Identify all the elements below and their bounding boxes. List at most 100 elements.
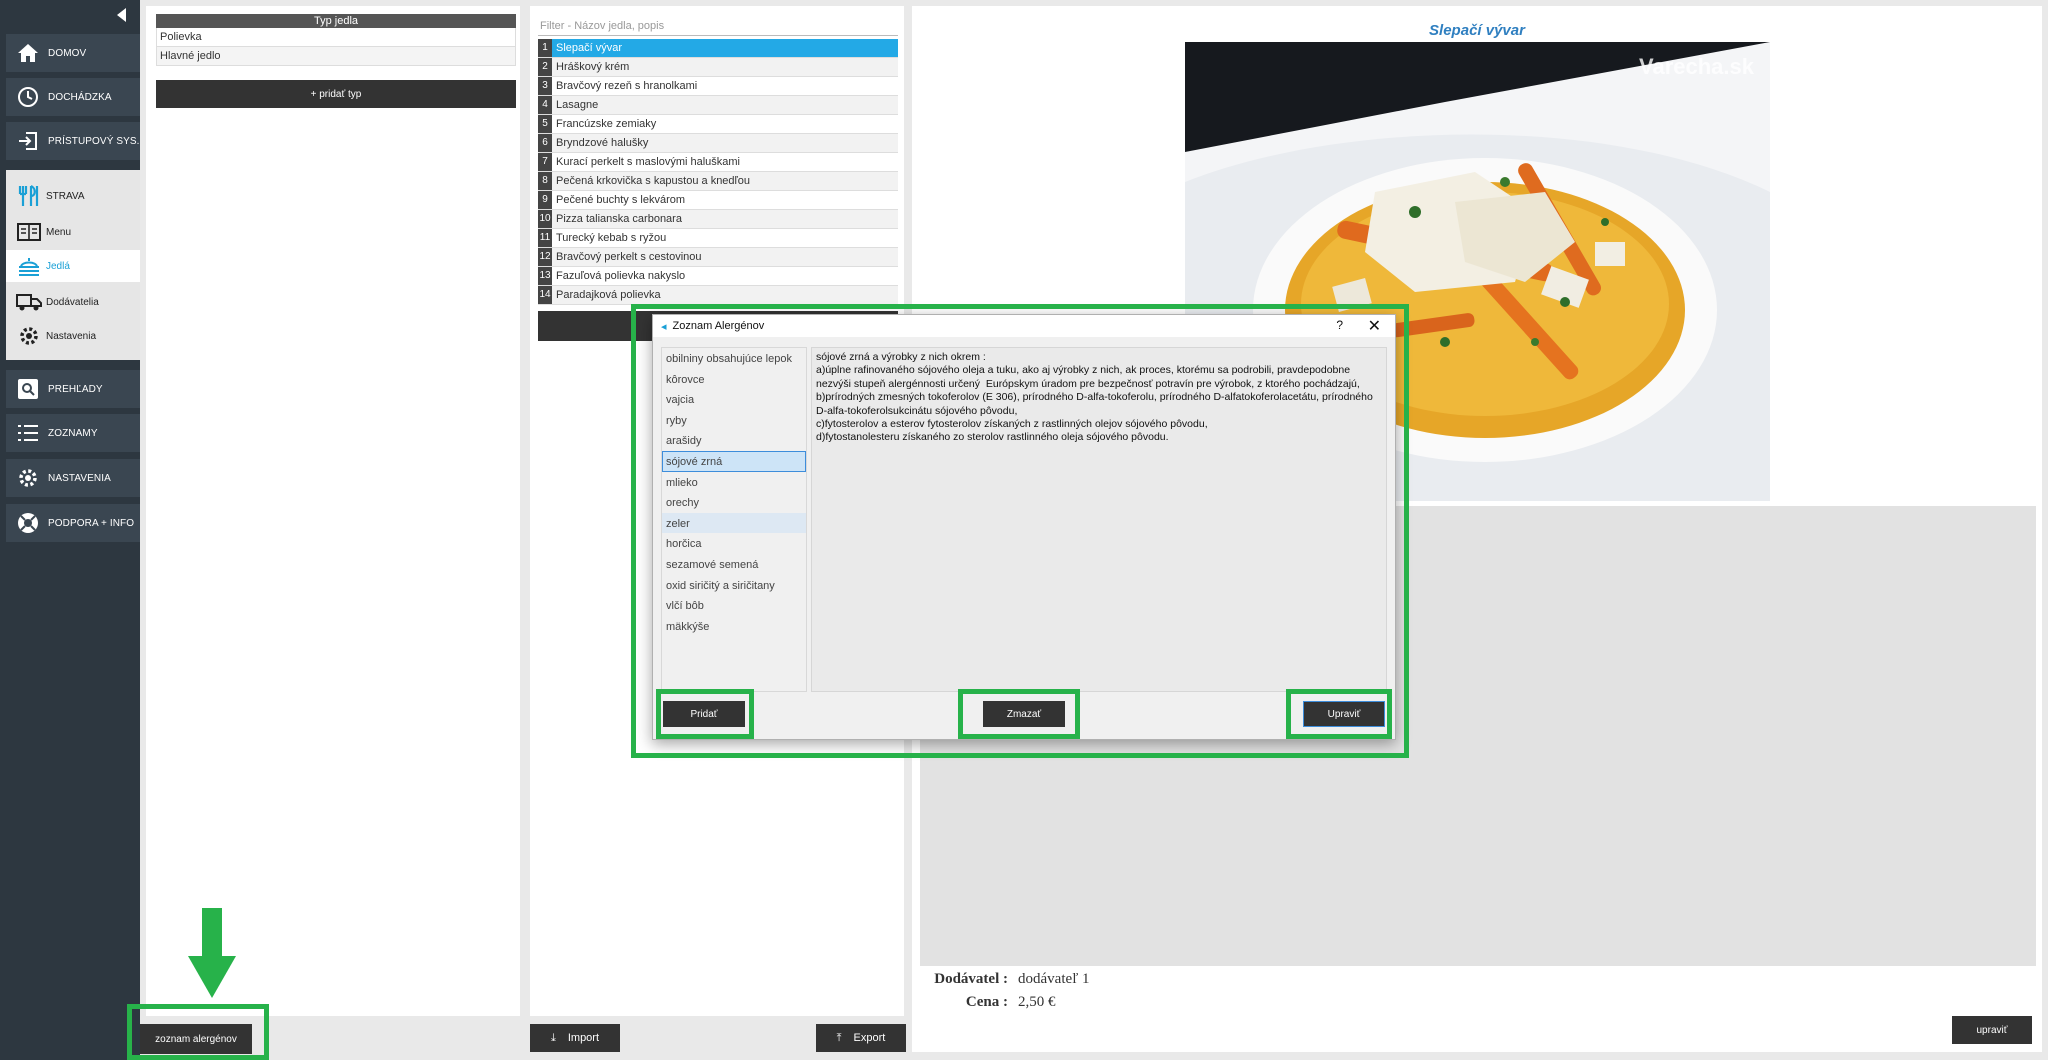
price-row: Cena : 2,50 € <box>920 991 1089 1014</box>
dish-name: Bravčový rezeň s hranolkami <box>552 77 898 95</box>
dish-name: Francúzske zemiaky <box>552 115 898 133</box>
row-number: 7 <box>538 153 552 171</box>
add-type-button[interactable]: + pridať typ <box>156 80 516 108</box>
nav-lists[interactable]: ZOZNAMY <box>6 414 140 452</box>
nav-strava-label: STRAVA <box>46 190 85 202</box>
search-icon <box>16 377 40 401</box>
dish-name: Hráškový krém <box>552 58 898 76</box>
sidebar: DOMOV DOCHÁDZKA PRÍSTUPOVÝ SYS. STRAVA M… <box>0 0 140 1060</box>
nav-lists-label: ZOZNAMY <box>48 427 98 439</box>
dish-name: Lasagne <box>552 96 898 114</box>
nav-strava[interactable]: STRAVA <box>6 178 140 214</box>
clock-icon <box>16 85 40 109</box>
dish-name: Fazuľová polievka nakyslo <box>552 267 898 285</box>
subnav-dishes[interactable]: Jedlá <box>6 250 140 282</box>
dish-name: Slepačí vývar <box>552 39 898 57</box>
nav-support[interactable]: PODPORA + INFO <box>6 504 140 542</box>
cutlery-icon <box>16 183 42 209</box>
allergen-button-highlight <box>127 1004 269 1060</box>
nav-support-label: PODPORA + INFO <box>48 517 135 529</box>
row-number: 4 <box>538 96 552 114</box>
list-item[interactable]: 10 Pizza talianska carbonara <box>538 210 898 229</box>
download-icon: ⤓ <box>550 1031 556 1044</box>
supplier-row: Dodávatel : dodávateľ 1 <box>920 968 1089 991</box>
supplier-label: Dodávatel : <box>934 971 1008 987</box>
upload-icon: ⤒ <box>836 1031 842 1044</box>
nav-home-label: DOMOV <box>48 47 87 59</box>
nav-settings[interactable]: NASTAVENIA <box>6 459 140 497</box>
nav-attendance-label: DOCHÁDZKA <box>48 91 112 103</box>
delete-button-highlight <box>958 689 1080 739</box>
collapse-sidebar-icon[interactable] <box>117 8 126 22</box>
row-number: 1 <box>538 39 552 57</box>
list-item[interactable]: 1 Slepačí vývar <box>538 39 898 58</box>
subnav-menu-label: Menu <box>46 226 72 238</box>
dish-type-row[interactable]: Hlavné jedlo <box>156 47 516 66</box>
login-icon <box>16 129 40 153</box>
dish-name: Pizza talianska carbonara <box>552 210 898 228</box>
list-item[interactable]: 11 Turecký kebab s ryžou <box>538 229 898 248</box>
list-item[interactable]: 2 Hráškový krém <box>538 58 898 77</box>
edit-dish-button[interactable]: upraviť <box>1952 1016 2032 1044</box>
dish-list: 1 Slepačí vývar 2 Hráškový krém 3 Bravčový … <box>538 39 898 305</box>
list-item[interactable]: 8 Pečená krkovička s kapustou a knedľou <box>538 172 898 191</box>
dish-info: Dodávatel : dodávateľ 1 Cena : 2,50 € <box>920 968 1089 1014</box>
export-label: Export <box>853 1032 886 1044</box>
dish-name: Kurací perkelt s maslovými haluškami <box>552 153 898 171</box>
dish-name: Bryndzové halušky <box>552 134 898 152</box>
photo-watermark: Varecha.sk <box>1639 54 1754 79</box>
dish-filter-input[interactable] <box>538 16 898 36</box>
list-item[interactable]: 7 Kurací perkelt s maslovými haluškami <box>538 153 898 172</box>
subnav-suppliers-label: Dodávatelia <box>46 296 99 308</box>
row-number: 9 <box>538 191 552 209</box>
row-number: 10 <box>538 210 552 228</box>
gear-icon <box>16 323 42 349</box>
supplier-value: dodávateľ 1 <box>1018 971 1090 987</box>
dish-types-table: Typ jedla Polievka Hlavné jedlo <box>156 14 516 66</box>
row-number: 12 <box>538 248 552 266</box>
nav-overviews[interactable]: PREHĽADY <box>6 370 140 408</box>
nav-attendance[interactable]: DOCHÁDZKA <box>6 78 140 116</box>
list-item[interactable]: 6 Bryndzové halušky <box>538 134 898 153</box>
row-number: 2 <box>538 58 552 76</box>
list-item[interactable]: 5 Francúzske zemiaky <box>538 115 898 134</box>
dish-type-row[interactable]: Polievka <box>156 28 516 47</box>
nav-access-system[interactable]: PRÍSTUPOVÝ SYS. <box>6 122 140 160</box>
lifebuoy-icon <box>16 511 40 535</box>
dish-name: Turecký kebab s ryžou <box>552 229 898 247</box>
nav-overviews-label: PREHĽADY <box>48 383 103 395</box>
nav-settings-label: NASTAVENIA <box>48 472 111 484</box>
add-button-highlight <box>656 689 754 739</box>
subnav-settings[interactable]: Nastavenia <box>6 320 140 352</box>
subnav-suppliers[interactable]: Dodávatelia <box>6 286 140 318</box>
row-number: 8 <box>538 172 552 190</box>
strava-group: STRAVA Menu Jedlá Dodávatelia Nastavenia <box>6 170 140 360</box>
subnav-menu[interactable]: Menu <box>6 216 140 248</box>
import-button[interactable]: ⤓ Import <box>530 1024 620 1052</box>
import-label: Import <box>567 1032 600 1044</box>
dish-name: Paradajková polievka <box>552 286 898 304</box>
list-item[interactable]: 3 Bravčový rezeň s hranolkami <box>538 77 898 96</box>
gear-icon <box>16 466 40 490</box>
dish-name: Bravčový perkelt s cestovinou <box>552 248 898 266</box>
list-item[interactable]: 13 Fazuľová polievka nakyslo <box>538 267 898 286</box>
price-label: Cena : <box>965 994 1008 1010</box>
dish-types-panel: Typ jedla Polievka Hlavné jedlo + pridať… <box>146 6 520 1016</box>
list-item[interactable]: 14 Paradajková polievka <box>538 286 898 305</box>
nav-home[interactable]: DOMOV <box>6 34 140 72</box>
list-item[interactable]: 9 Pečené buchty s lekvárom <box>538 191 898 210</box>
list-item[interactable]: 12 Bravčový perkelt s cestovinou <box>538 248 898 267</box>
row-number: 6 <box>538 134 552 152</box>
subnav-dishes-label: Jedlá <box>46 260 70 272</box>
list-icon <box>16 421 40 445</box>
dish-icon <box>16 253 42 279</box>
dish-name: Pečené buchty s lekvárom <box>552 191 898 209</box>
list-item[interactable]: 4 Lasagne <box>538 96 898 115</box>
export-button[interactable]: ⤒ Export <box>816 1024 906 1052</box>
menu-book-icon <box>16 219 42 245</box>
nav-access-label: PRÍSTUPOVÝ SYS. <box>48 135 140 147</box>
row-number: 5 <box>538 115 552 133</box>
edit-button-highlight <box>1286 689 1392 739</box>
row-number: 14 <box>538 286 552 304</box>
dish-name: Pečená krkovička s kapustou a knedľou <box>552 172 898 190</box>
